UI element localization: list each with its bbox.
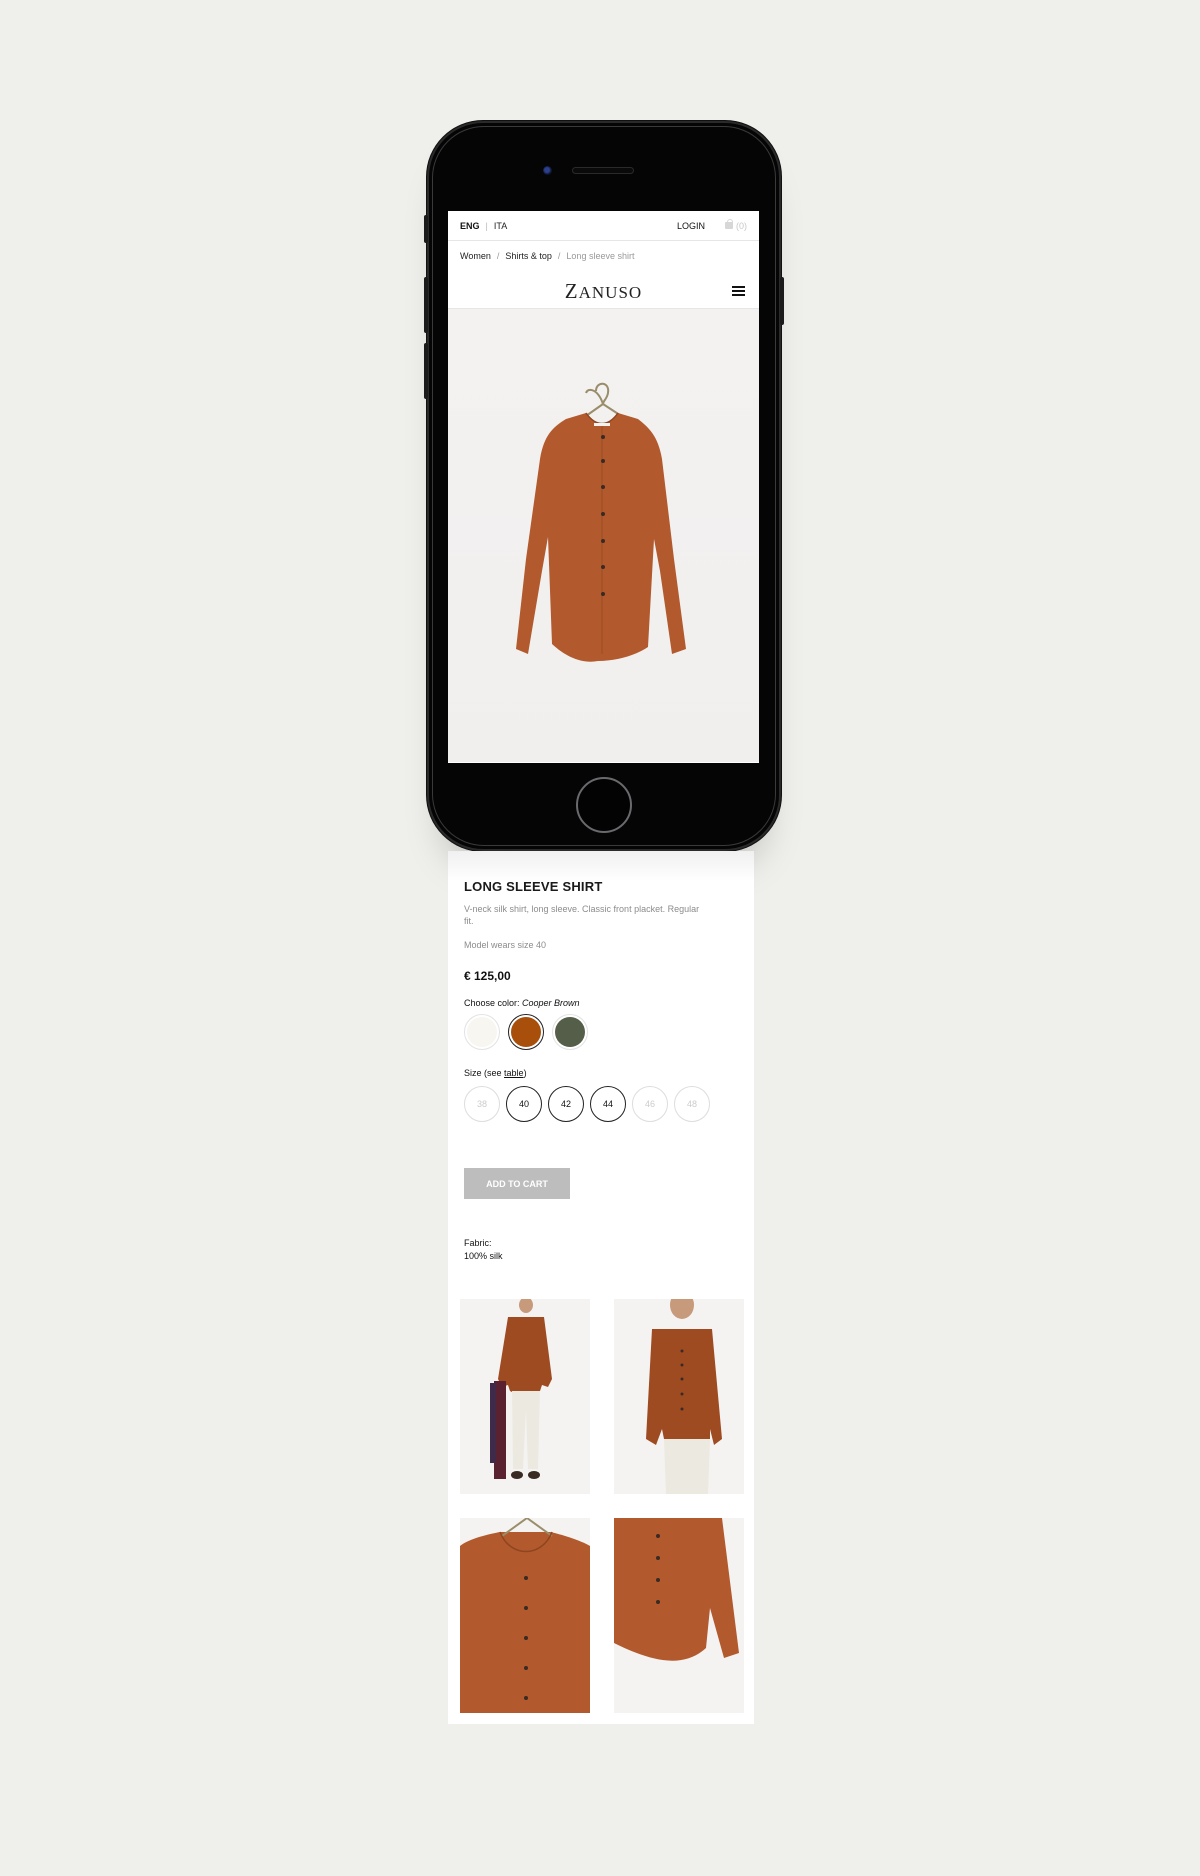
hanger-detail-illustration — [460, 1518, 590, 1713]
model-full-illustration — [460, 1299, 590, 1494]
front-camera-icon — [543, 166, 552, 175]
language-separator: | — [485, 220, 488, 231]
selected-color-name: Cooper Brown — [522, 998, 580, 1008]
language-eng[interactable]: ENG — [460, 221, 480, 231]
home-button — [576, 777, 632, 833]
size-label-text: Size (see — [464, 1068, 505, 1078]
size-option-48: 48 — [674, 1086, 710, 1122]
breadcrumb-current: Long sleeve shirt — [566, 251, 635, 261]
volume-down-button — [424, 343, 428, 399]
volume-up-button — [424, 277, 428, 333]
hamburger-menu-icon[interactable] — [732, 286, 745, 296]
color-label: Choose color: Cooper Brown — [464, 998, 580, 1008]
model-size-info: Model wears size 40 — [464, 940, 547, 950]
breadcrumb-separator: / — [496, 251, 500, 261]
swatch-dot — [511, 1017, 541, 1047]
size-option-42[interactable]: 42 — [548, 1086, 584, 1122]
breadcrumb-shirts-top[interactable]: Shirts & top — [505, 251, 552, 261]
brand-logo[interactable]: ZANUSO — [448, 279, 759, 304]
swatch-dot — [555, 1017, 585, 1047]
logo-rest: ANUSO — [578, 283, 643, 302]
color-label-text: Choose color: — [464, 998, 523, 1008]
size-table-link[interactable]: table — [504, 1068, 524, 1078]
color-swatch-cooper-brown[interactable] — [508, 1014, 544, 1050]
login-link[interactable]: LOGIN — [677, 221, 705, 231]
product-details-panel: LONG SLEEVE SHIRT V-neck silk shirt, lon… — [448, 851, 754, 1724]
breadcrumb-separator: / — [557, 251, 561, 261]
shopping-bag-icon — [725, 219, 733, 229]
shirt-on-hanger-illustration — [516, 382, 686, 662]
cart-count: (0) — [736, 220, 747, 231]
hem-detail-illustration — [614, 1518, 744, 1713]
product-price: € 125,00 — [464, 969, 511, 983]
language-switcher: ENG | ITA — [460, 221, 507, 231]
model-torso-illustration — [614, 1299, 744, 1494]
logo-initial: Z — [564, 279, 579, 303]
power-button — [780, 277, 784, 325]
breadcrumb-women[interactable]: Women — [460, 251, 491, 261]
fabric-info: Fabric: 100% silk — [464, 1237, 503, 1263]
gallery-image-hem-detail[interactable] — [614, 1518, 744, 1713]
size-label: Size (see table) — [464, 1068, 527, 1078]
color-swatch-olive-green[interactable] — [552, 1014, 588, 1050]
fabric-value: 100% silk — [464, 1251, 503, 1261]
size-option-44[interactable]: 44 — [590, 1086, 626, 1122]
product-hero-image[interactable] — [448, 309, 759, 762]
product-title: LONG SLEEVE SHIRT — [464, 879, 603, 894]
add-to-cart-button[interactable]: ADD TO CART — [464, 1168, 570, 1199]
cart-button[interactable]: (0) — [725, 219, 747, 231]
color-swatches — [464, 1014, 588, 1050]
mute-switch — [424, 215, 428, 243]
top-bar: ENG | ITA LOGIN (0) — [448, 211, 759, 241]
gallery-image-model-torso[interactable] — [614, 1299, 744, 1494]
gallery-image-hanger-detail[interactable] — [460, 1518, 590, 1713]
breadcrumb: Women / Shirts & top / Long sleeve shirt — [448, 241, 759, 271]
phone-screen: ENG | ITA LOGIN (0) Women / Shirts & top… — [448, 211, 759, 763]
swatch-dot — [467, 1017, 497, 1047]
language-ita[interactable]: ITA — [494, 221, 507, 231]
color-swatch-ivory[interactable] — [464, 1014, 500, 1050]
gallery-image-model-full[interactable] — [460, 1299, 590, 1494]
size-option-40[interactable]: 40 — [506, 1086, 542, 1122]
fabric-label: Fabric: — [464, 1238, 492, 1248]
size-option-46: 46 — [632, 1086, 668, 1122]
size-option-38: 38 — [464, 1086, 500, 1122]
earpiece-speaker — [572, 167, 634, 174]
size-selector: 38 40 42 44 46 48 — [464, 1086, 710, 1122]
product-description: V-neck silk shirt, long sleeve. Classic … — [464, 904, 700, 926]
header: ZANUSO — [448, 271, 759, 309]
size-label-end: ) — [523, 1068, 527, 1078]
